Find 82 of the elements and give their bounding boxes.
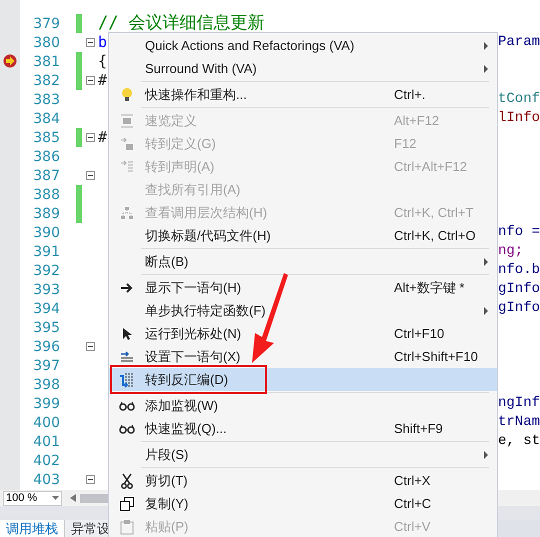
collapse-icon[interactable]: [86, 38, 94, 47]
line-number: 388: [32, 188, 60, 202]
collapse-icon[interactable]: [86, 171, 94, 180]
line-number: 379: [32, 16, 60, 30]
collapse-icon[interactable]: [86, 133, 94, 142]
code-text: #: [98, 73, 108, 88]
lightbulb-icon: [121, 86, 133, 102]
glasses-icon: [119, 400, 135, 410]
copy-icon: [120, 496, 134, 510]
menu-item[interactable]: 断点(B): [109, 250, 497, 273]
line-number: 403: [32, 472, 60, 486]
line-number: 380: [32, 36, 60, 50]
caret-icon: [52, 496, 59, 500]
disassembly-icon: [119, 372, 135, 388]
line-number: 387: [32, 168, 60, 182]
line-number: 383: [32, 92, 60, 106]
line-number: 392: [32, 264, 60, 278]
cursor-icon: [122, 326, 132, 340]
code-text: gInfo: [498, 282, 540, 296]
menu-item[interactable]: Surround With (VA): [109, 57, 497, 80]
line-number: 402: [32, 454, 60, 468]
panel-tab[interactable]: 调用堆栈: [0, 520, 65, 537]
line-number: 396: [32, 340, 60, 354]
line-number: 385: [32, 130, 60, 144]
menu-item[interactable]: 添加监视(W): [109, 394, 497, 417]
scissors-icon: [121, 472, 133, 488]
zoom-value: 100 %: [6, 492, 38, 504]
menu-item[interactable]: 设置下一语句(X) Ctrl+Shift+F10: [109, 345, 497, 368]
menu-item[interactable]: 片段(S): [109, 443, 497, 466]
line-number: 400: [32, 416, 60, 430]
menu-item[interactable]: 剪切(T) Ctrl+X: [109, 469, 497, 492]
menu-item[interactable]: 转到反汇编(D): [109, 368, 497, 391]
line-number: 401: [32, 434, 60, 448]
menu-item[interactable]: 快速监视(Q)... Shift+F9: [109, 417, 497, 440]
menu-item[interactable]: 显示下一语句(H) Alt+数字键 *: [109, 276, 497, 299]
scrollbar-thumb[interactable]: [80, 494, 110, 502]
code-text: // 会议详细信息更新: [98, 15, 265, 32]
line-number: 390: [32, 226, 60, 240]
zoom-dropdown[interactable]: 100 %: [3, 490, 62, 506]
code-text: nfo.b: [498, 263, 540, 277]
menu-item[interactable]: 快速操作和重构... Ctrl+.: [109, 83, 497, 106]
line-number: 391: [32, 244, 60, 258]
code-text: {: [98, 54, 108, 69]
collapse-icon[interactable]: [86, 342, 94, 351]
right-arrow-icon: [120, 282, 134, 294]
paste-icon: [120, 518, 134, 534]
line-number: 381: [32, 54, 60, 68]
line-number: 386: [32, 150, 60, 164]
line-number: 389: [32, 206, 60, 220]
code-text: ngInf: [498, 396, 540, 410]
code-text: Param: [498, 35, 540, 49]
hierarchy-icon: [120, 206, 134, 220]
line-number: 382: [32, 74, 60, 88]
menu-item[interactable]: 切换标题/代码文件(H) Ctrl+K, Ctrl+O: [109, 224, 497, 247]
line-number: 397: [32, 358, 60, 372]
line-number: 398: [32, 378, 60, 392]
line-number: 395: [32, 320, 60, 334]
code-text: e, st: [498, 434, 540, 448]
code-text: #: [98, 130, 108, 145]
menu-item[interactable]: Quick Actions and Refactorings (VA): [109, 34, 497, 57]
collapse-icon[interactable]: [86, 76, 94, 85]
code-text: lInfo: [498, 111, 540, 125]
set-next-icon: [120, 350, 134, 362]
code-text: tConf: [498, 92, 540, 106]
menu-item[interactable]: 运行到光标处(N) Ctrl+F10: [109, 322, 497, 345]
glasses-icon: [119, 424, 135, 434]
menu-item[interactable]: 复制(Y) Ctrl+C: [109, 492, 497, 515]
line-number: 384: [32, 112, 60, 126]
code-text: gInfo: [498, 301, 540, 315]
collapse-icon[interactable]: [86, 475, 94, 484]
code-text: ng;: [498, 244, 524, 258]
peek-icon: [120, 114, 134, 128]
code-text: trNam: [498, 415, 540, 429]
code-text: b: [98, 35, 108, 50]
scroll-left-icon[interactable]: [70, 494, 76, 502]
line-number: 399: [32, 396, 60, 410]
line-number: 394: [32, 302, 60, 316]
goto-definition-icon: [120, 136, 134, 150]
goto-declaration-icon: [120, 160, 134, 174]
menu-item[interactable]: 单步执行特定函数(F): [109, 299, 497, 322]
line-number: 393: [32, 282, 60, 296]
code-text: nfo =: [498, 225, 540, 239]
